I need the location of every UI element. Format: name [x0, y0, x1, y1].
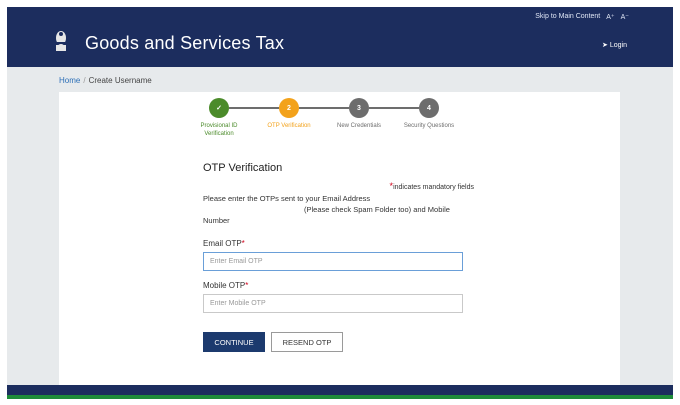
- required-star: *: [241, 239, 245, 248]
- login-icon: ➤: [601, 42, 608, 49]
- login-link[interactable]: ➤ Login: [601, 41, 627, 50]
- step-4-circle: 4: [419, 98, 439, 118]
- step-1-circle: ✓: [209, 98, 229, 118]
- breadcrumb: Home / Create Username: [59, 76, 152, 85]
- stepper-connector: [369, 107, 419, 109]
- mobile-otp-label-text: Mobile OTP: [203, 281, 246, 290]
- instruction-text: (Please check Spam Folder too) and Mobil…: [304, 205, 450, 214]
- mobile-otp-label: Mobile OTP*: [203, 281, 248, 290]
- step-1-label-line1: Provisional ID: [200, 123, 238, 129]
- national-emblem-icon: [56, 31, 66, 51]
- email-otp-placeholder: Enter Email OTP: [210, 258, 263, 265]
- continue-button[interactable]: CONTINUE: [203, 332, 265, 352]
- brand-title: Goods and Services Tax: [85, 33, 285, 53]
- mobile-otp-field[interactable]: Enter Mobile OTP: [203, 294, 463, 313]
- resend-otp-button[interactable]: RESEND OTP: [271, 332, 343, 352]
- font-decrease-button[interactable]: A⁻: [621, 13, 629, 21]
- required-star: *: [245, 281, 249, 290]
- instruction-text: Please enter the OTPs sent to your Email…: [203, 194, 371, 203]
- progress-stepper: ✓ 2 3 4 Provisional ID Verification OTP …: [200, 98, 479, 148]
- form-card: ✓ 2 3 4 Provisional ID Verification OTP …: [59, 92, 620, 388]
- form-title: OTP Verification: [203, 162, 283, 174]
- footer-accent-bar: [7, 395, 673, 399]
- breadcrumb-separator: /: [83, 76, 86, 85]
- breadcrumb-current: Create Username: [88, 76, 152, 85]
- step-3-label: New Credentials: [336, 123, 382, 129]
- email-otp-field[interactable]: Enter Email OTP: [203, 252, 463, 271]
- step-1-label: Provisional ID Verification: [189, 123, 249, 139]
- login-label: Login: [609, 41, 627, 49]
- mobile-otp-placeholder: Enter Mobile OTP: [210, 300, 266, 307]
- step-3-circle: 3: [349, 98, 369, 118]
- mandatory-note: *indicates mandatory fields: [390, 181, 474, 191]
- breadcrumb-home[interactable]: Home: [59, 76, 80, 85]
- email-otp-label: Email OTP*: [203, 239, 245, 248]
- accessibility-bar: Skip to Main Content A⁺ A⁻: [535, 13, 629, 21]
- stepper-connector: [229, 107, 279, 109]
- site-header: Skip to Main Content A⁺ A⁻ Goods and Ser…: [7, 7, 673, 67]
- page-frame: Skip to Main Content A⁺ A⁻ Goods and Ser…: [7, 7, 673, 399]
- step-2-label: OTP Verification: [267, 123, 311, 129]
- step-2-circle: 2: [279, 98, 299, 118]
- instruction-text: Number: [203, 216, 230, 225]
- mandatory-note-text: indicates mandatory fields: [393, 184, 474, 191]
- skip-to-main-link[interactable]: Skip to Main Content: [535, 13, 600, 21]
- stepper-connector: [299, 107, 349, 109]
- step-4-label: Security Questions: [403, 123, 455, 129]
- step-1-label-line2: Verification: [204, 130, 234, 137]
- email-otp-label-text: Email OTP: [203, 239, 242, 248]
- font-increase-button[interactable]: A⁺: [606, 13, 614, 21]
